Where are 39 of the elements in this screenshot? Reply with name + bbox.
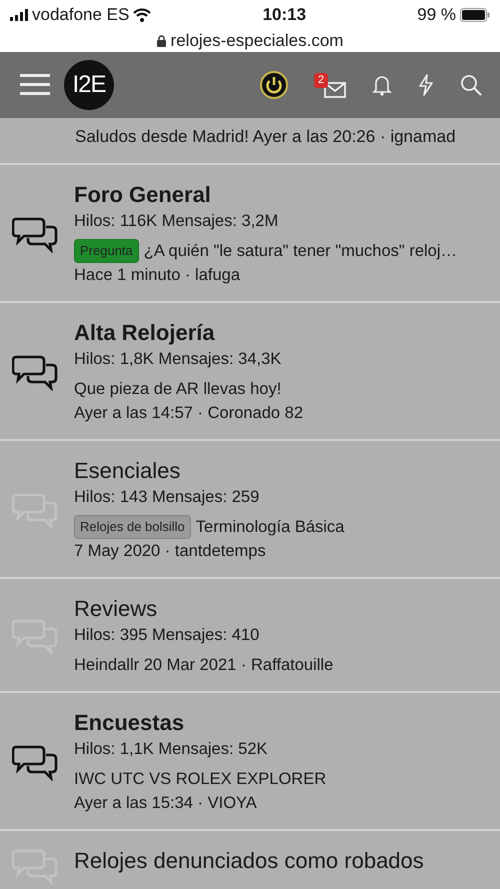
signal-icon: [10, 9, 28, 21]
lock-icon: [156, 34, 166, 47]
forum-title[interactable]: Relojes denunciados como robados: [74, 847, 492, 875]
wifi-icon: [133, 8, 152, 22]
power-icon[interactable]: [260, 71, 288, 99]
latest-post-meta: Ayer a las 14:57 · Coronado 82: [74, 403, 304, 424]
clock-time: 10:13: [262, 4, 306, 26]
bell-icon[interactable]: [372, 74, 392, 96]
latest-post-meta: Hace 1 minuto · lafuga: [74, 265, 242, 286]
page-url: relojes-especiales.com: [170, 30, 344, 52]
forum-title[interactable]: Reviews: [74, 595, 492, 623]
forum-stats: Hilos: 1,8K Mensajes: 34,3K: [74, 349, 282, 370]
forum-stats: Hilos: 116K Mensajes: 3,2M: [74, 211, 280, 232]
battery-icon: [460, 8, 490, 22]
inbox-button[interactable]: 2: [314, 72, 346, 98]
latest-post-meta: Ayer a las 15:34 · VIOYA: [74, 793, 258, 814]
carrier-name: vodafone ES: [32, 4, 130, 26]
latest-thread-link[interactable]: IWC UTC VS ROLEX EXPLORER: [74, 767, 326, 791]
latest-thread-link[interactable]: Terminología Básica: [196, 515, 344, 539]
forum-title[interactable]: Esenciales: [74, 457, 492, 485]
lightning-icon[interactable]: [418, 74, 434, 96]
unread-badge: 2: [314, 72, 328, 88]
forum-title[interactable]: Alta Relojería: [74, 319, 492, 347]
search-icon[interactable]: [460, 74, 482, 96]
latest-thread-link[interactable]: ¿A quién "le satura" tener "muchos" reloj…: [144, 239, 458, 263]
menu-icon[interactable]: [20, 73, 50, 97]
latest-thread-link[interactable]: Heindallr 20 Mar 2021 · Raffatouille: [74, 653, 334, 677]
forum-stats: Hilos: 1,1K Mensajes: 52K: [74, 739, 269, 760]
thread-latest[interactable]: Saludos desde Madrid! Ayer a las 20:26 · ignamad: [75, 124, 456, 149]
forum-title[interactable]: Encuestas: [74, 709, 492, 737]
prefix-tag[interactable]: Relojes de bolsillo: [74, 515, 191, 539]
latest-post-meta: 7 May 2020 · tantdetemps: [74, 541, 267, 562]
forum-stats: Hilos: 395 Mensajes: 410: [74, 625, 260, 646]
site-logo[interactable]: I2E: [64, 60, 114, 110]
latest-thread-link[interactable]: Que pieza de AR llevas hoy!: [74, 377, 282, 401]
forum-title[interactable]: Foro General: [74, 181, 492, 209]
prefix-tag[interactable]: Pregunta: [74, 239, 139, 263]
battery-percent: 99 %: [417, 4, 456, 26]
forum-stats: Hilos: 143 Mensajes: 259: [74, 487, 260, 508]
